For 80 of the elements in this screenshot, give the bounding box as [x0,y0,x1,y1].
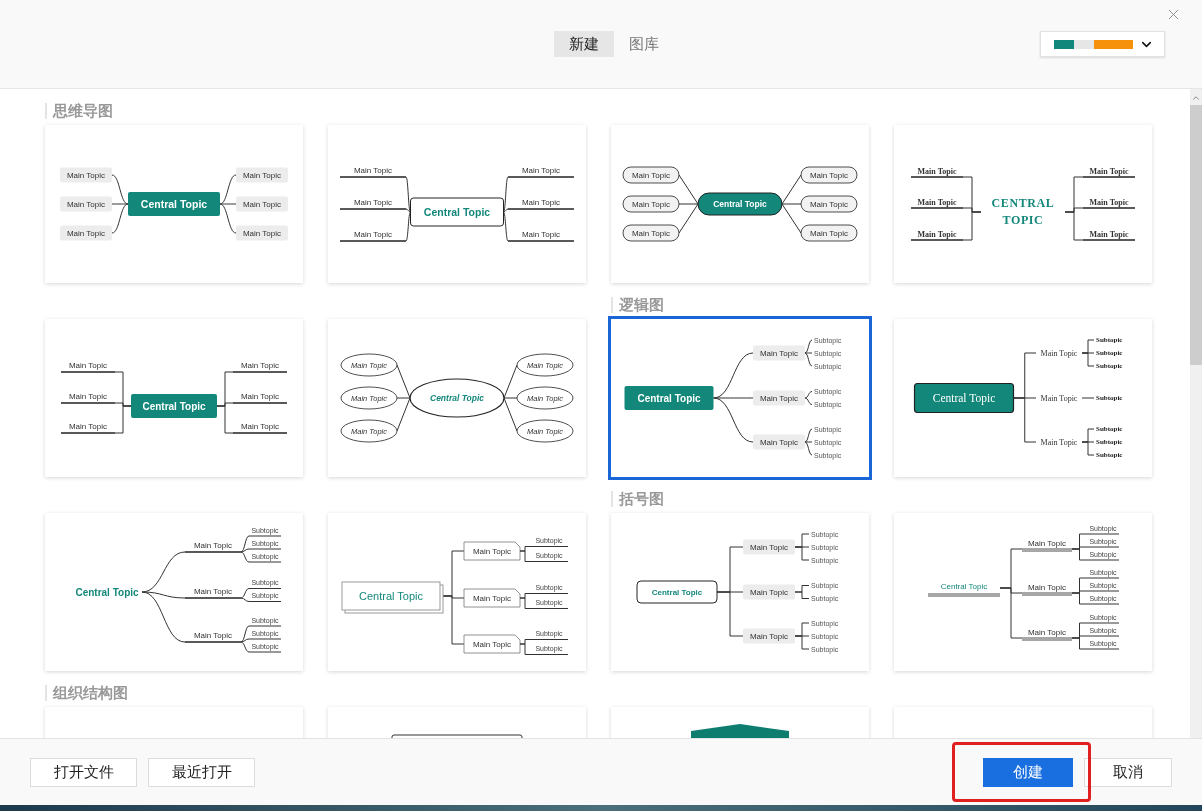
main-topic: Main Topic [1040,437,1078,447]
central-topic: Central Topic [341,581,444,614]
central-topic: Central Topic [409,378,505,418]
main-topic: Main Topic [232,360,288,373]
central-topic: Central Topic [128,192,220,216]
central-topic: Central Topic [636,580,718,604]
main-topic: Main Topic [910,229,964,241]
main-topic: Main Topic [800,224,858,242]
connector-line [1081,397,1095,399]
main-topic: Main Topic [463,588,521,608]
main-topic: Main Topic [463,634,521,654]
main-topic: Main Topic [910,166,964,178]
main-topic: Main Topic [236,167,288,183]
central-topic: Central Topic [913,382,1015,414]
main-topic: Main Topic [339,165,407,178]
central-topic: Central Topic [131,394,217,418]
section-heading: 组织结构图 [45,685,128,701]
central-topic: Central Topic [927,581,1001,597]
footer-button[interactable]: 打开文件 [30,757,137,787]
tab[interactable]: 图库 [629,31,659,57]
main-topic: Main Topic [622,166,680,184]
main-topic: Main Topic [910,197,964,209]
cancel-button[interactable]: 取消 [1084,757,1172,787]
main-topic: Main Topic [60,196,112,212]
main-topic: Main Topic [622,224,680,242]
main-topic: Main Topic [507,165,575,178]
central-topic: CENTRAL TOPIC [990,195,1056,229]
template-card[interactable]: Main Topic Main Topic Main Topic Main Topic Main Topic Main Topic Central Topic [45,319,303,477]
main-topic: Main Topic [743,584,795,600]
main-topic: Main Topic [1082,229,1136,241]
main-topic: Main Topic [339,197,407,210]
main-topic: Main Topic [753,345,805,361]
main-topic: Main Topic [753,434,805,450]
main-topic: Main Topic [463,541,521,561]
main-topic: Main Topic [800,195,858,213]
template-card[interactable]: Main Topic Main Topic Main Topic Main Topic Main Topic Main Topic Central Topic [328,125,586,283]
theme-dropdown[interactable] [1040,31,1165,57]
main-topic: Main Topic [1021,582,1073,596]
main-topic: Main Topic [184,630,242,643]
main-topic: Main Topic [236,196,288,212]
main-topic: Main Topic [507,197,575,210]
main-topic: Main Topic [1040,348,1078,358]
main-topic: Main Topic [60,360,116,373]
main-topic: Main Topic [800,166,858,184]
main-topic: Main Topic [743,539,795,555]
scrollbar-thumb[interactable] [1190,105,1202,365]
scrollbar[interactable] [1190,89,1202,738]
central-topic: Central Topic [75,586,139,598]
main-topic: Main Topic [1082,197,1136,209]
main-topic: Main Topic [184,586,242,599]
main-topic: Main Topic [622,195,680,213]
main-topic: Main Topic [507,229,575,242]
main-topic: Main Topic [753,390,805,406]
main-topic: Main Topic [1040,393,1078,403]
main-topic: Main Topic [339,229,407,242]
main-topic: Main Topic [232,421,288,434]
central-topic: Central Topic [410,197,504,227]
template-card[interactable]: Main Topic Main Topic Main Topic Main Topic Main Topic Main Topic CENTRAL TOPIC [894,125,1152,283]
central-topic: Central Topic [624,386,714,410]
section-heading: 逻辑图 [611,297,664,313]
main-topic: Main Topic [236,225,288,241]
main-topic: Main Topic [60,421,116,434]
main-topic: Main Topic [60,167,112,183]
main-topic: Main Topic [60,225,112,241]
section-heading: 括号图 [611,491,664,507]
footer-button[interactable]: 最近打开 [148,757,255,787]
main-topic: Main Topic [232,391,288,404]
main-topic: Main Topic [1021,538,1073,552]
create-button[interactable]: 创建 [983,757,1073,787]
main-topic: Main Topic [1082,166,1136,178]
template-card[interactable]: Main Topic Main Topic Main Topic Main Topic Main Topic Main Topic Central Topic [611,125,869,283]
main-topic: Main Topic [743,628,795,644]
central-topic: Central Topic [697,192,783,216]
scroll-up-icon[interactable] [1191,93,1201,103]
main-topic: Main Topic [184,540,242,553]
section-heading: 思维导图 [45,103,113,119]
main-topic: Main Topic [60,391,116,404]
template-card[interactable]: Main Topic Main Topic Main Topic Main Topic Main Topic Main Topic Central Topic [45,125,303,283]
main-topic: Main Topic [1021,627,1073,641]
tab[interactable]: 新建 [554,31,614,57]
